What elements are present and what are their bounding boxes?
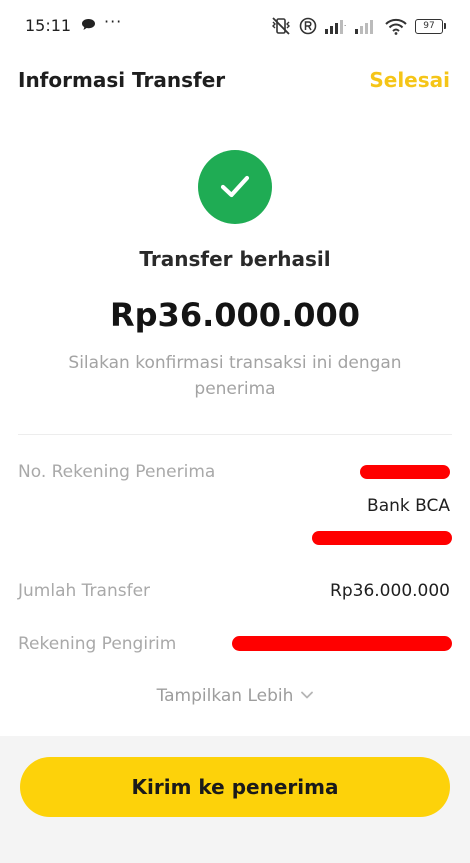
signal-strength-icon-sim1: . (325, 20, 346, 34)
more-notifications-icon: ··· (104, 12, 123, 31)
confirmation-message: Silakan konfirmasi transaksi ini dengan … (68, 353, 402, 399)
show-more-toggle[interactable]: Tampilkan Lebih (0, 686, 470, 706)
transfer-amount-value: Rp36.000.000 (330, 581, 450, 601)
sender-account-label: Rekening Pengirim (18, 634, 177, 654)
check-circle-icon (198, 150, 272, 224)
signal-strength-icon-sim2 (355, 20, 373, 34)
section-divider (18, 434, 452, 435)
battery-level: 97 (415, 18, 443, 34)
recipient-account-label: No. Rekening Penerima (18, 462, 216, 482)
redacted-recipient-name (312, 531, 452, 545)
message-notification-icon (82, 19, 95, 30)
send-to-recipient-button[interactable]: Kirim ke penerima (20, 757, 450, 817)
redacted-recipient-account-number (360, 465, 450, 479)
svg-text:.: . (344, 20, 346, 28)
vibrate-off-icon (272, 17, 290, 35)
registered-icon (299, 17, 317, 35)
page-title: Informasi Transfer (18, 68, 226, 92)
wifi-icon (385, 18, 407, 35)
status-bar: 15:11 ··· . 97 (0, 0, 470, 52)
recipient-bank-value: Bank BCA (367, 496, 450, 516)
chevron-down-icon (301, 691, 314, 699)
redacted-sender-account (232, 636, 452, 651)
transfer-amount-label: Jumlah Transfer (18, 581, 151, 601)
battery-icon: 97 (415, 18, 446, 34)
transfer-status-title: Transfer berhasil (139, 247, 331, 271)
status-time: 15:11 (25, 16, 72, 35)
transfer-amount-display: Rp36.000.000 (110, 296, 360, 334)
done-button[interactable]: Selesai (369, 68, 450, 92)
show-more-label: Tampilkan Lebih (156, 686, 294, 706)
